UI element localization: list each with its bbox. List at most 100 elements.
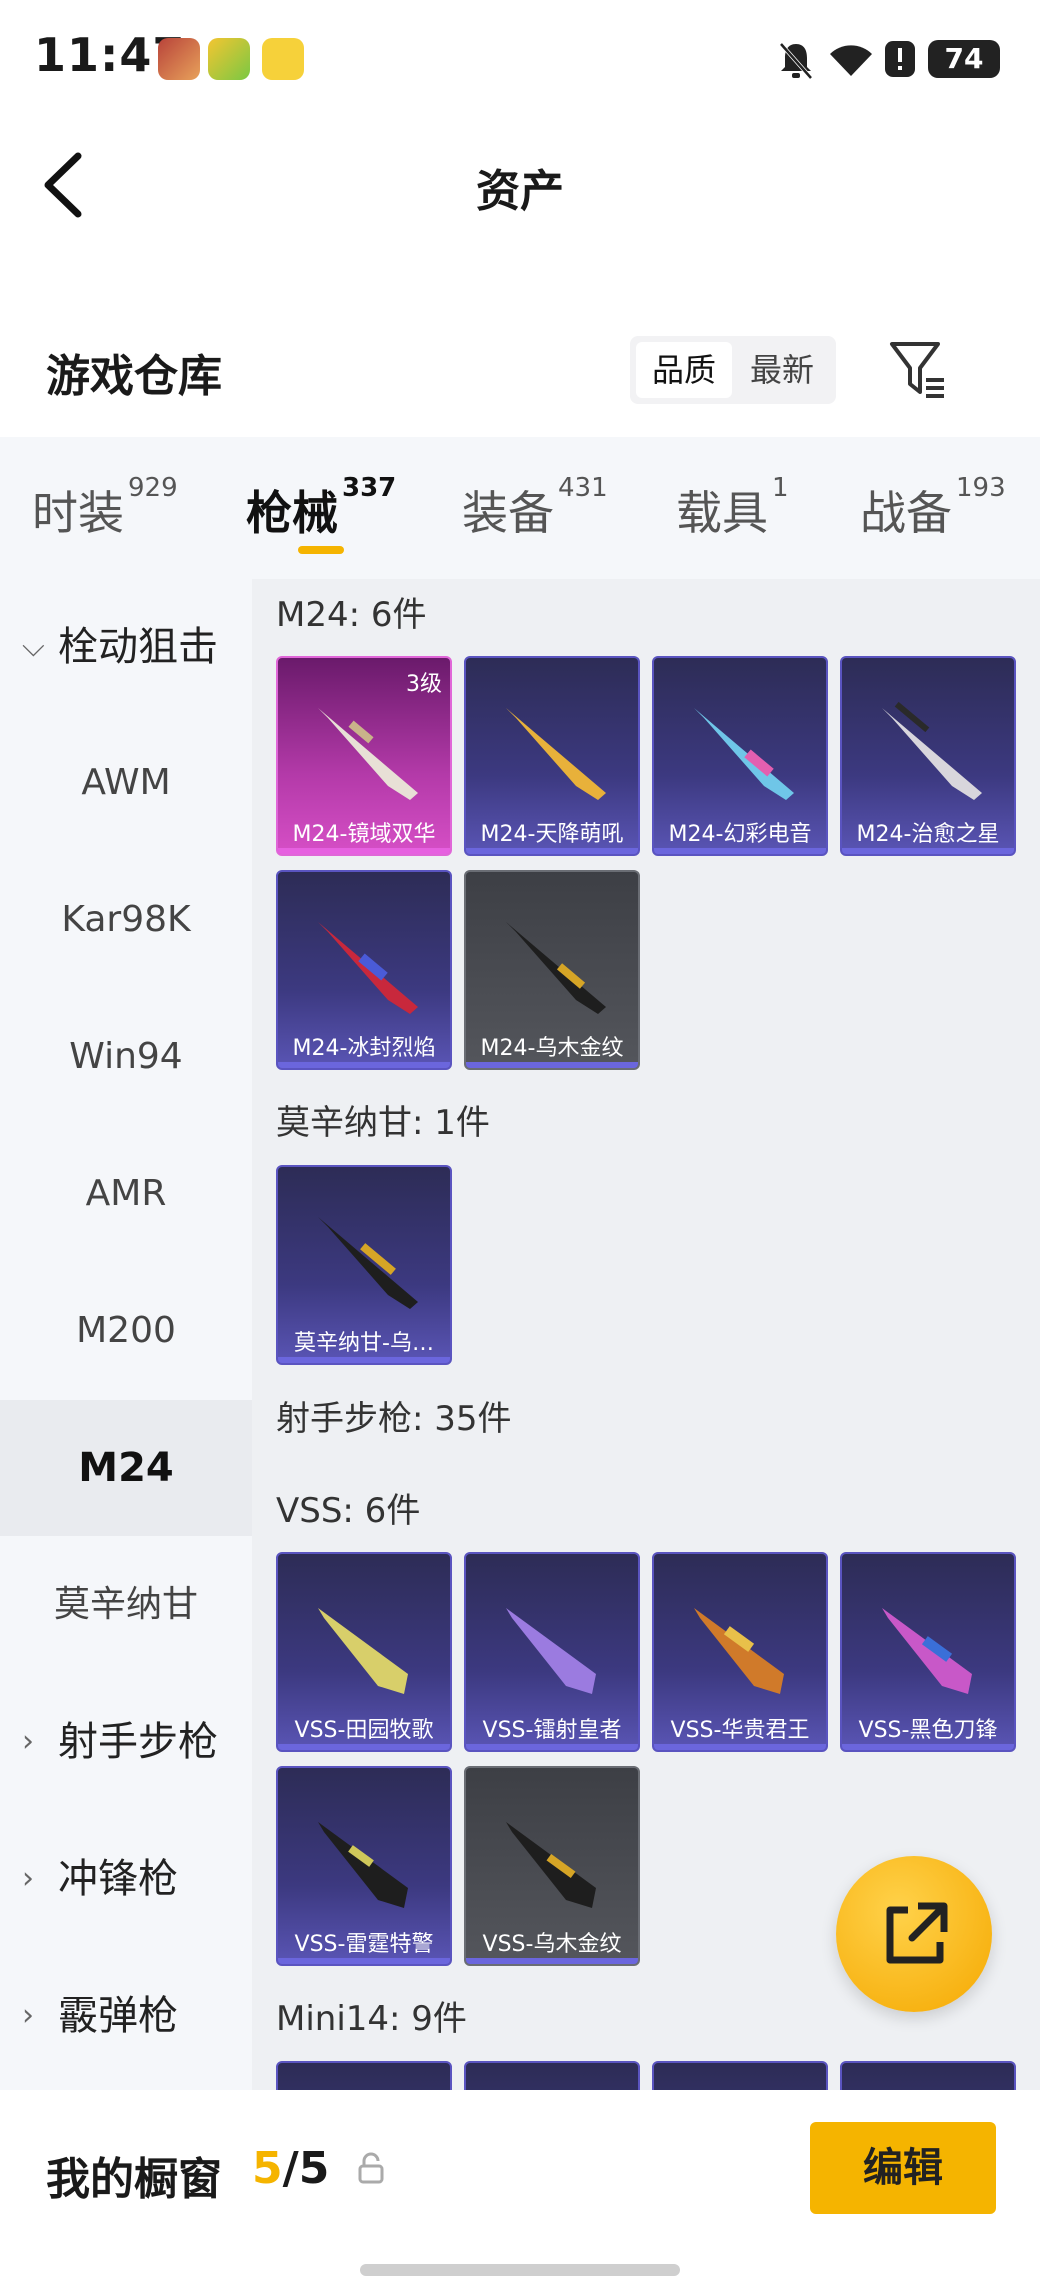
rarity-bar bbox=[278, 1744, 450, 1750]
tab-equipment[interactable]: 装备 431 bbox=[462, 473, 608, 543]
showcase-total: 5 bbox=[298, 2143, 330, 2194]
sidebar-item-label: 冲锋枪 bbox=[58, 1856, 178, 1902]
item-card[interactable]: M24-治愈之星 bbox=[840, 656, 1016, 856]
item-name: M24-幻彩电音 bbox=[668, 822, 812, 847]
sort-newest-button[interactable]: 最新 bbox=[734, 342, 830, 398]
category-tabs: 时装 929 枪械 337 装备 431 载具 1 战备 193 bbox=[0, 437, 1040, 579]
item-name: VSS-雷霆特警 bbox=[294, 1932, 434, 1957]
sidebar-category-smg[interactable]: › 冲锋枪 bbox=[0, 1811, 252, 1947]
tab-label: 时装 bbox=[32, 486, 124, 540]
app-notification-icon bbox=[208, 38, 250, 80]
rarity-bar bbox=[278, 1062, 450, 1068]
filter-icon[interactable] bbox=[888, 340, 948, 402]
tab-count: 193 bbox=[956, 473, 1006, 503]
item-card[interactable]: 莫辛纳甘-乌… bbox=[276, 1165, 452, 1365]
sidebar-item-m200[interactable]: M200 bbox=[0, 1263, 252, 1399]
rifle-icon bbox=[882, 701, 982, 800]
rarity-bar bbox=[466, 1958, 638, 1964]
alert-icon bbox=[885, 41, 915, 77]
tab-guns[interactable]: 枪械 337 bbox=[246, 473, 396, 543]
item-card[interactable]: VSS-雷霆特警 bbox=[276, 1766, 452, 1966]
chevron-down-icon: ⌵ bbox=[22, 629, 45, 664]
rifle-icon bbox=[318, 1217, 418, 1309]
tab-vehicles[interactable]: 载具 1 bbox=[676, 473, 789, 543]
rarity-bar bbox=[466, 1062, 638, 1068]
item-card[interactable] bbox=[276, 2061, 452, 2090]
battery-indicator: 74 bbox=[928, 40, 1000, 78]
sidebar-item-mosin[interactable]: 莫辛纳甘 bbox=[0, 1537, 252, 1673]
item-card[interactable]: 3级 M24-镜域双华 bbox=[276, 656, 452, 856]
item-name: VSS-黑色刀锋 bbox=[858, 1718, 998, 1743]
rifle-icon bbox=[318, 1608, 408, 1694]
tab-label: 装备 bbox=[462, 486, 554, 540]
sidebar-category-dmr[interactable]: › 射手步枪 bbox=[0, 1674, 252, 1810]
sidebar-item-label: 霰弹枪 bbox=[58, 1993, 178, 2039]
rarity-bar bbox=[466, 848, 638, 854]
edit-button[interactable]: 编辑 bbox=[810, 2122, 996, 2214]
item-card[interactable] bbox=[464, 2061, 640, 2090]
item-card[interactable]: VSS-黑色刀锋 bbox=[840, 1552, 1016, 1752]
rifle-icon bbox=[694, 708, 794, 800]
tab-count: 337 bbox=[342, 473, 397, 503]
tab-label: 枪械 bbox=[246, 486, 338, 540]
chevron-right-icon: › bbox=[22, 1861, 34, 1896]
rarity-bar bbox=[842, 848, 1014, 854]
tab-supplies[interactable]: 战备 193 bbox=[860, 473, 1006, 543]
item-name: VSS-乌木金纹 bbox=[482, 1932, 622, 1957]
rifle-icon bbox=[506, 1608, 596, 1694]
sort-quality-button[interactable]: 品质 bbox=[636, 342, 732, 398]
rarity-bar bbox=[278, 848, 450, 854]
sidebar-item-awm[interactable]: AWM bbox=[0, 715, 252, 851]
item-name: M24-治愈之星 bbox=[856, 822, 1000, 847]
sidebar-category-shotgun[interactable]: › 霰弹枪 bbox=[0, 1948, 252, 2084]
showcase-separator: / bbox=[282, 2143, 299, 2194]
item-card[interactable]: VSS-镭射皇者 bbox=[464, 1552, 640, 1752]
sidebar-item-amr[interactable]: AMR bbox=[0, 1126, 252, 1262]
sidebar-item-win94[interactable]: Win94 bbox=[0, 989, 252, 1125]
sidebar-item-kar98k[interactable]: Kar98K bbox=[0, 852, 252, 988]
showcase-current: 5 bbox=[252, 2143, 283, 2194]
share-button[interactable] bbox=[836, 1856, 992, 2012]
item-name: 莫辛纳甘-乌… bbox=[294, 1331, 434, 1356]
external-link-icon bbox=[886, 1902, 948, 1964]
section-title: VSS: 6件 bbox=[276, 1491, 421, 1531]
chevron-right-icon: › bbox=[22, 1724, 34, 1759]
showcase-count: 5/5 bbox=[252, 2143, 329, 2194]
page-title: 资产 bbox=[476, 166, 564, 217]
item-card[interactable]: VSS-乌木金纹 bbox=[464, 1766, 640, 1966]
app-notification-icon bbox=[158, 38, 200, 80]
item-card[interactable]: M24-幻彩电音 bbox=[652, 656, 828, 856]
item-card[interactable]: VSS-华贵君王 bbox=[652, 1552, 828, 1752]
item-card[interactable]: VSS-田园牧歌 bbox=[276, 1552, 452, 1752]
sidebar: ⌵ 栓动狙击 AWM Kar98K Win94 AMR M200 M24 莫辛纳… bbox=[0, 579, 252, 2090]
tab-skins[interactable]: 时装 929 bbox=[32, 473, 178, 543]
sidebar-item-m24[interactable]: M24 bbox=[0, 1400, 252, 1536]
showcase-title: 我的橱窗 bbox=[46, 2154, 222, 2205]
item-name: M24-天降萌吼 bbox=[480, 822, 624, 847]
rifle-icon bbox=[318, 1822, 408, 1908]
item-card[interactable] bbox=[652, 2061, 828, 2090]
rifle-icon bbox=[506, 708, 606, 800]
rifle-icon bbox=[694, 1608, 784, 1694]
status-bar: 11:47 74 bbox=[0, 0, 1040, 120]
item-card[interactable]: M24-乌木金纹 bbox=[464, 870, 640, 1070]
chevron-right-icon: › bbox=[22, 1998, 34, 2033]
section-title: Mini14: 9件 bbox=[276, 1999, 467, 2039]
section-title: M24: 6件 bbox=[276, 595, 427, 635]
tab-count: 431 bbox=[558, 473, 608, 503]
mute-bell-icon bbox=[779, 42, 813, 80]
rarity-bar bbox=[466, 1744, 638, 1750]
item-name: M24-冰封烈焰 bbox=[292, 1036, 436, 1061]
sidebar-category-bolt-action[interactable]: ⌵ 栓动狙击 bbox=[0, 579, 252, 715]
item-card[interactable]: M24-天降萌吼 bbox=[464, 656, 640, 856]
rarity-bar bbox=[278, 1357, 450, 1363]
section-title: 射手步枪: 35件 bbox=[276, 1399, 512, 1439]
tab-label: 载具 bbox=[676, 486, 768, 540]
sidebar-item-label: 栓动狙击 bbox=[58, 624, 218, 670]
lock-icon bbox=[358, 2152, 384, 2184]
item-name: VSS-华贵君王 bbox=[670, 1718, 810, 1743]
item-card[interactable]: M24-冰封烈焰 bbox=[276, 870, 452, 1070]
item-card[interactable] bbox=[840, 2061, 1016, 2090]
rarity-bar bbox=[842, 1744, 1014, 1750]
app-notification-icon bbox=[262, 38, 304, 80]
